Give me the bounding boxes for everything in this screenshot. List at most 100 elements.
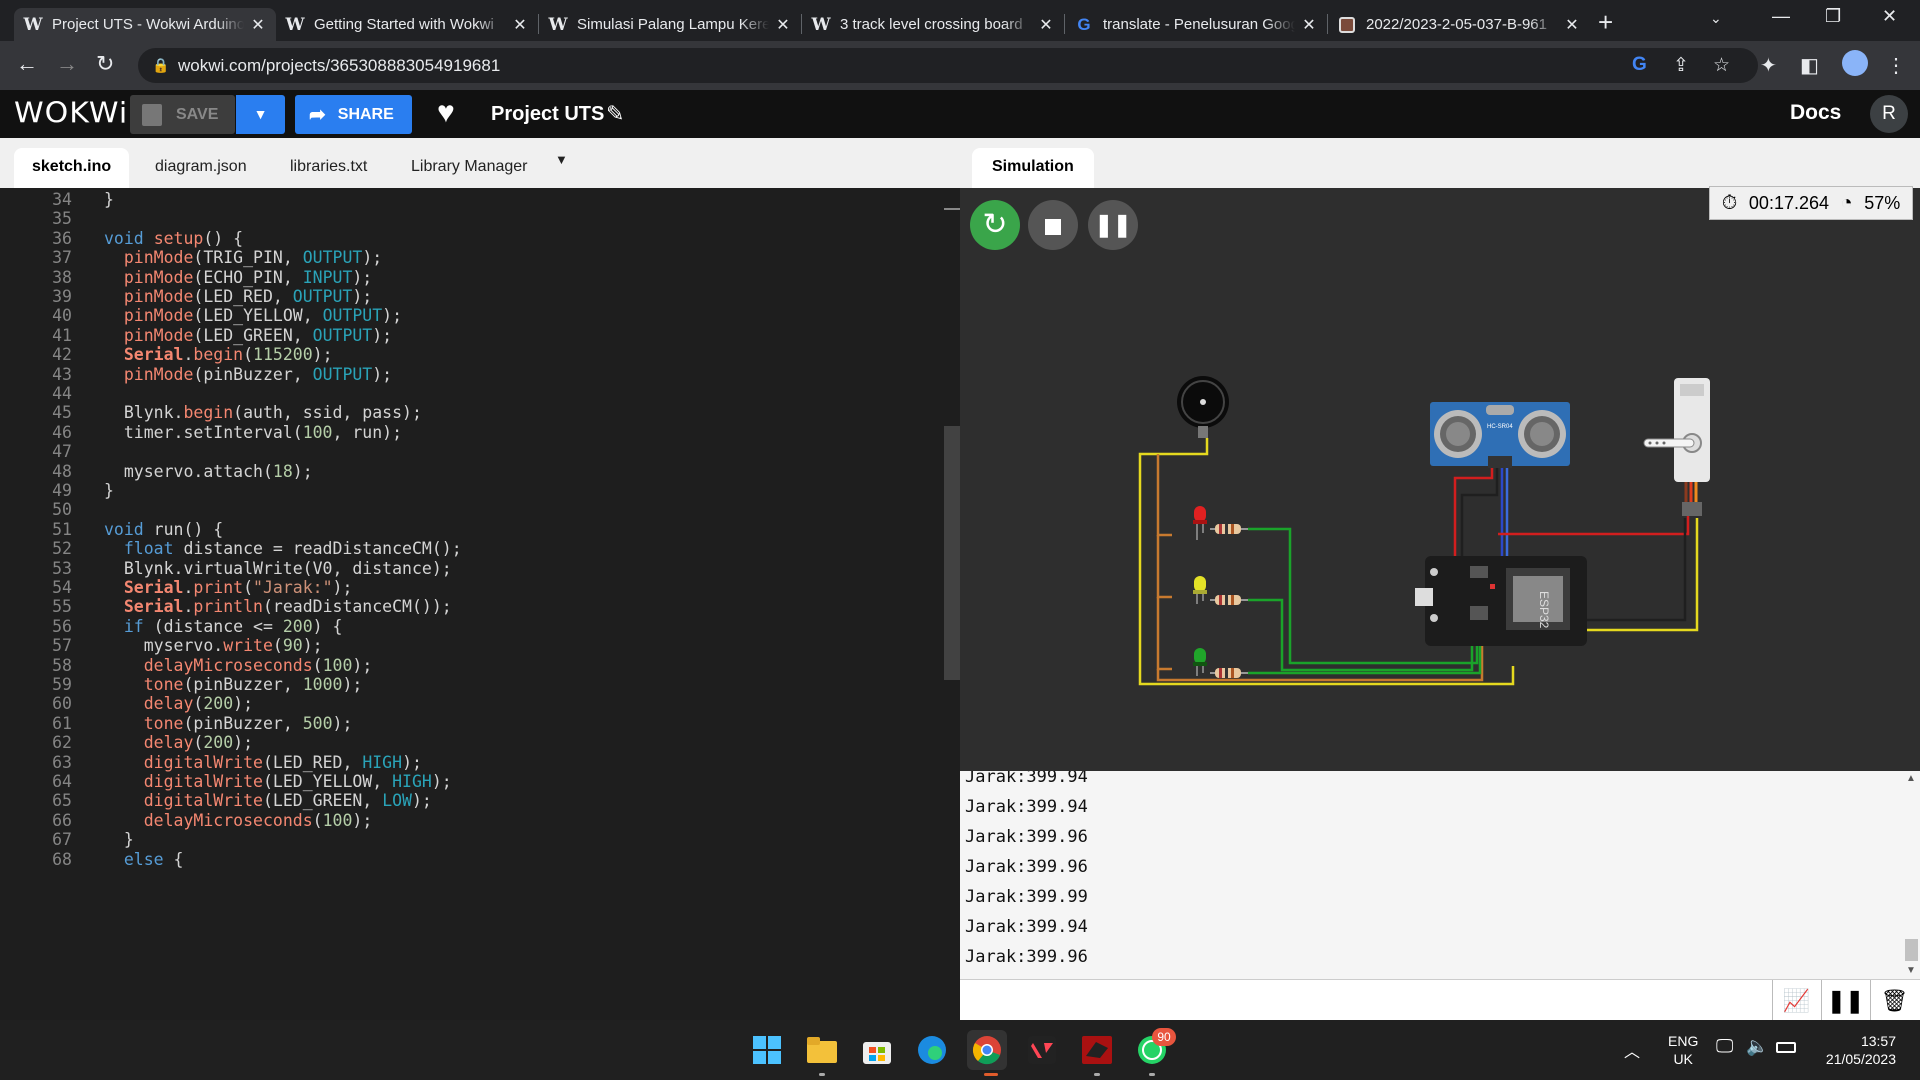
code-text[interactable]: Serial.println(readDistanceCM()); <box>104 597 452 616</box>
serial-input[interactable]: 📈 ❚❚ 🗑 <box>960 979 1920 1021</box>
code-line[interactable]: 54 Serial.print("Jarak:"); <box>0 578 940 597</box>
minimize-icon[interactable]: — <box>1772 6 1790 27</box>
close-icon[interactable]: ✕ <box>1564 15 1580 35</box>
bookmark-star-icon[interactable]: ☆ <box>1713 54 1730 77</box>
browser-tab-3[interactable]: W Simulasi Palang Lampu Kereta ✕ <box>539 8 801 41</box>
code-text[interactable]: else { <box>104 850 184 869</box>
store-icon[interactable] <box>857 1030 897 1070</box>
code-line[interactable]: 40 pinMode(LED_YELLOW, OUTPUT); <box>0 306 940 325</box>
close-icon[interactable]: ✕ <box>512 15 528 35</box>
lock-icon[interactable]: 🔒 <box>152 57 169 74</box>
close-icon[interactable]: ✕ <box>250 15 266 35</box>
code-text[interactable]: Blynk.begin(auth, ssid, pass); <box>104 403 422 422</box>
browser-tab-1[interactable]: W Project UTS - Wokwi Arduino ✕ <box>14 8 276 41</box>
code-text[interactable]: timer.setInterval(100, run); <box>104 423 402 442</box>
code-text[interactable]: } <box>104 830 134 849</box>
clock[interactable]: 13:57 21/05/2023 <box>1810 1032 1896 1068</box>
code-line[interactable]: 50 <box>0 500 940 519</box>
save-button[interactable]: SAVE <box>130 95 235 134</box>
battery-icon[interactable] <box>1776 1042 1796 1053</box>
code-text[interactable]: void run() { <box>104 520 223 539</box>
tab-search-icon[interactable]: ⌄ <box>1710 10 1722 27</box>
code-text[interactable]: delay(200); <box>104 694 253 713</box>
code-text[interactable]: delayMicroseconds(100); <box>104 811 373 830</box>
windows-start-icon[interactable] <box>747 1030 787 1070</box>
code-line[interactable]: 68 else { <box>0 850 940 869</box>
code-line[interactable]: 60 delay(200); <box>0 694 940 713</box>
serial-scrollbar[interactable]: ▲ ▼ <box>1903 771 1920 979</box>
volume-icon[interactable]: 🔈 <box>1746 1036 1768 1057</box>
project-title[interactable]: Project UTS <box>491 103 604 126</box>
code-line[interactable]: 35 <box>0 209 940 228</box>
plotter-icon[interactable]: 📈 <box>1772 980 1820 1021</box>
code-line[interactable]: 53 Blynk.virtualWrite(V0, distance); <box>0 559 940 578</box>
code-line[interactable]: 46 timer.setInterval(100, run); <box>0 423 940 442</box>
code-text[interactable]: delay(200); <box>104 733 253 752</box>
game-launcher-icon[interactable] <box>1077 1030 1117 1070</box>
code-text[interactable]: float distance = readDistanceCM(); <box>104 539 462 558</box>
tab-libraries-txt[interactable]: libraries.txt <box>272 148 385 188</box>
code-text[interactable]: pinMode(pinBuzzer, OUTPUT); <box>104 365 392 384</box>
code-line[interactable]: 44 <box>0 384 940 403</box>
language-indicator[interactable]: ENG UK <box>1668 1032 1698 1068</box>
simulation-canvas[interactable]: ↻ ❚❚ HC-SR04 ESP32 <box>960 188 1920 771</box>
scroll-down-icon[interactable]: ▼ <box>1906 965 1916 976</box>
tab-diagram-json[interactable]: diagram.json <box>137 148 265 188</box>
code-line[interactable]: 38 pinMode(ECHO_PIN, INPUT); <box>0 268 940 287</box>
browser-menu-icon[interactable]: ⋮ <box>1886 53 1906 78</box>
edge-icon[interactable] <box>912 1030 952 1070</box>
forward-icon[interactable]: → <box>56 51 78 77</box>
code-line[interactable]: 49} <box>0 481 940 500</box>
file-explorer-icon[interactable] <box>802 1030 842 1070</box>
browser-tab-5[interactable]: G translate - Penelusuran Google ✕ <box>1065 8 1327 41</box>
code-line[interactable]: 48 myservo.attach(18); <box>0 462 940 481</box>
code-line[interactable]: 65 digitalWrite(LED_GREEN, LOW); <box>0 791 940 810</box>
browser-tab-2[interactable]: W Getting Started with Wokwi ✕ <box>276 8 538 41</box>
code-line[interactable]: 62 delay(200); <box>0 733 940 752</box>
code-line[interactable]: 41 pinMode(LED_GREEN, OUTPUT); <box>0 326 940 345</box>
url-text[interactable]: wokwi.com/projects/365308883054919681 <box>178 56 500 76</box>
code-text[interactable]: delayMicroseconds(100); <box>104 656 373 675</box>
code-text[interactable]: if (distance <= 200) { <box>104 617 343 636</box>
save-dropdown-icon[interactable]: ▼ <box>236 95 285 134</box>
editor-scrollbar[interactable] <box>944 426 960 680</box>
tabs-dropdown-icon[interactable]: ▼ <box>555 152 568 167</box>
code-line[interactable]: 52 float distance = readDistanceCM(); <box>0 539 940 558</box>
heart-icon[interactable]: ♥ <box>437 96 455 130</box>
code-text[interactable]: } <box>104 190 114 209</box>
code-text[interactable]: pinMode(LED_GREEN, OUTPUT); <box>104 326 392 345</box>
code-line[interactable]: 42 Serial.begin(115200); <box>0 345 940 364</box>
code-line[interactable]: 64 digitalWrite(LED_YELLOW, HIGH); <box>0 772 940 791</box>
docs-link[interactable]: Docs <box>1790 101 1841 125</box>
code-line[interactable]: 51 void run() { <box>0 520 940 539</box>
network-icon[interactable]: 🖵 <box>1716 1036 1733 1057</box>
code-text[interactable]: myservo.write(90); <box>104 636 323 655</box>
code-editor[interactable]: 34} 35 36 void setup() {37 pinMode(TRIG_PIN… <box>0 188 960 1020</box>
serial-pause-icon[interactable]: ❚❚ <box>1821 980 1869 1021</box>
browser-tab-4[interactable]: W 3 track level crossing board ✕ <box>802 8 1064 41</box>
restore-icon[interactable]: ❐ <box>1825 6 1841 27</box>
tab-sketch-ino[interactable]: sketch.ino <box>14 148 130 188</box>
code-line[interactable]: 43 pinMode(pinBuzzer, OUTPUT); <box>0 365 940 384</box>
share-page-icon[interactable]: ⇪ <box>1673 54 1689 77</box>
code-text[interactable]: pinMode(LED_RED, OUTPUT); <box>104 287 372 306</box>
code-text[interactable]: digitalWrite(LED_GREEN, LOW); <box>104 791 432 810</box>
window-close-icon[interactable]: ✕ <box>1882 6 1897 27</box>
pencil-icon[interactable]: ✎ <box>606 101 624 127</box>
code-text[interactable]: pinMode(LED_YELLOW, OUTPUT); <box>104 306 402 325</box>
code-line[interactable]: 59 tone(pinBuzzer, 1000); <box>0 675 940 694</box>
code-text[interactable]: digitalWrite(LED_RED, HIGH); <box>104 753 422 772</box>
side-panel-icon[interactable]: ◧ <box>1800 53 1819 78</box>
code-line[interactable]: 37 pinMode(TRIG_PIN, OUTPUT); <box>0 248 940 267</box>
code-line[interactable]: 34} <box>0 190 940 209</box>
code-line[interactable]: 36 void setup() { <box>0 229 940 248</box>
code-text[interactable]: digitalWrite(LED_YELLOW, HIGH); <box>104 772 452 791</box>
code-text[interactable]: Serial.begin(115200); <box>104 345 333 364</box>
extensions-icon[interactable]: ✦ <box>1760 53 1777 78</box>
wokwi-logo[interactable]: WOKWi <box>14 97 128 130</box>
scroll-thumb[interactable] <box>1905 939 1918 961</box>
code-text[interactable]: Serial.print("Jarak:"); <box>104 578 353 597</box>
code-text[interactable]: tone(pinBuzzer, 1000); <box>104 675 363 694</box>
code-line[interactable]: 56 if (distance <= 200) { <box>0 617 940 636</box>
code-line[interactable]: 57 myservo.write(90); <box>0 636 940 655</box>
